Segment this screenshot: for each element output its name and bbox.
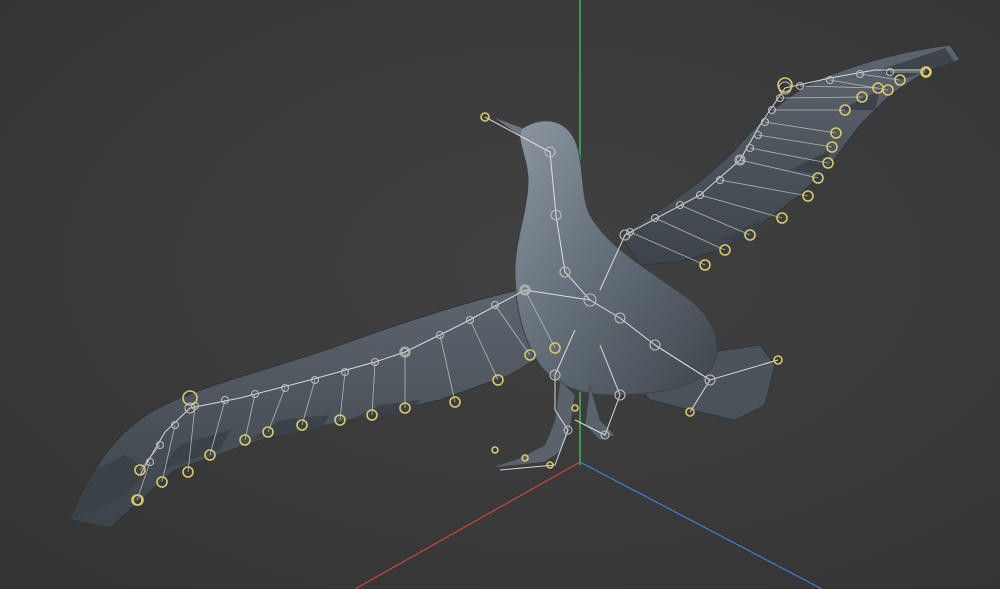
3d-viewport[interactable] — [0, 0, 1000, 589]
axis-z-line — [579, 461, 823, 589]
viewport-scene[interactable] — [0, 0, 1000, 589]
left-wing-mesh — [69, 284, 561, 529]
bird-mesh[interactable] — [69, 44, 961, 529]
tip-left-foot[interactable] — [491, 446, 499, 454]
axis-x-line — [354, 461, 581, 589]
right-wing-mesh — [619, 44, 961, 266]
beak-mesh — [495, 118, 522, 136]
